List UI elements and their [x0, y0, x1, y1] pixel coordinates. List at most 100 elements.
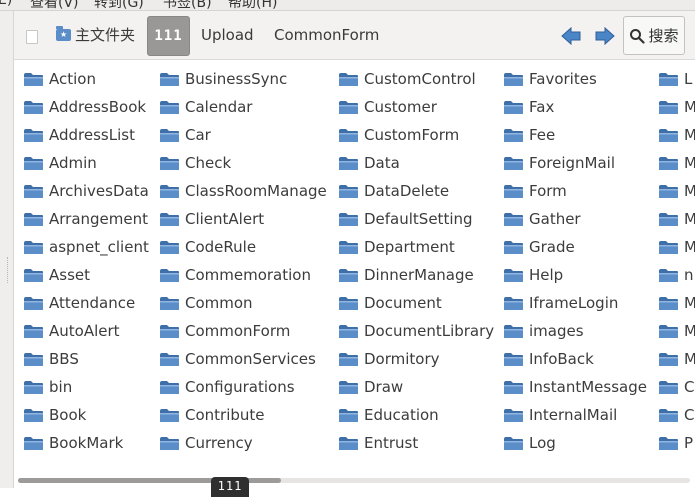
pane-resize-handle[interactable]	[7, 257, 10, 283]
folder-label: Admin	[49, 154, 97, 172]
folder-item[interactable]: Attendance	[23, 289, 135, 317]
folder-item[interactable]: P	[658, 429, 693, 457]
folder-item[interactable]: L	[658, 65, 692, 93]
folder-item[interactable]: Department	[338, 233, 455, 261]
folder-item[interactable]: M	[658, 149, 695, 177]
folder-item[interactable]: InstantMessage	[503, 373, 647, 401]
folder-item[interactable]: ClientAlert	[159, 205, 264, 233]
folder-item[interactable]: M	[658, 205, 695, 233]
folder-item[interactable]: Calendar	[159, 93, 252, 121]
folder-item[interactable]: bin	[23, 373, 72, 401]
folder-item[interactable]: Draw	[338, 373, 403, 401]
folder-item[interactable]: Fax	[503, 93, 554, 121]
folder-item[interactable]: n	[658, 261, 694, 289]
folder-label: Arrangement	[49, 210, 149, 228]
folder-item[interactable]: DocumentLibrary	[338, 317, 494, 345]
folder-item[interactable]: CodeRule	[159, 233, 256, 261]
folder-item[interactable]: BusinessSync	[159, 65, 287, 93]
folder-item[interactable]: M	[658, 345, 695, 373]
folder-item[interactable]: CommonServices	[159, 345, 316, 373]
folder-item[interactable]: Entrust	[338, 429, 418, 457]
folder-item[interactable]: Currency	[159, 429, 253, 457]
folder-item[interactable]: Check	[159, 149, 231, 177]
folder-item[interactable]: Dormitory	[338, 345, 440, 373]
folder-item[interactable]: InternalMail	[503, 401, 617, 429]
folder-item[interactable]: M	[658, 289, 695, 317]
folder-item[interactable]: C	[658, 401, 694, 429]
folder-item[interactable]: Education	[338, 401, 439, 429]
folder-label: Fee	[529, 126, 556, 144]
breadcrumb-commonform[interactable]: CommonForm	[274, 11, 379, 59]
menu-item-help[interactable]: 帮助(H)	[228, 0, 277, 10]
folder-label: M	[684, 210, 695, 228]
folder-icon	[160, 128, 179, 142]
folder-item[interactable]: Admin	[23, 149, 97, 177]
folder-item[interactable]: Book	[23, 401, 86, 429]
folder-item[interactable]: Car	[159, 121, 211, 149]
folder-label: DefaultSetting	[364, 210, 473, 228]
folder-item[interactable]: Action	[23, 65, 96, 93]
folder-item[interactable]: Favorites	[503, 65, 597, 93]
folder-item[interactable]: ArchivesData	[23, 177, 149, 205]
folder-item[interactable]: Gather	[503, 205, 581, 233]
menu-item-go[interactable]: 转到(G)	[94, 0, 144, 10]
folder-item[interactable]: Document	[338, 289, 442, 317]
folder-item[interactable]: Log	[503, 429, 556, 457]
folder-item[interactable]: Form	[503, 177, 567, 205]
folder-item[interactable]: C	[658, 373, 694, 401]
folder-icon	[504, 352, 523, 366]
folder-icon	[24, 436, 43, 450]
folder-item[interactable]: CommonForm	[159, 317, 290, 345]
folder-item[interactable]: Data	[338, 149, 400, 177]
folder-item[interactable]: CustomControl	[338, 65, 476, 93]
menu-item-edit[interactable]: E)	[0, 0, 12, 8]
folder-item[interactable]: M	[658, 93, 695, 121]
folder-icon	[504, 240, 523, 254]
folder-label: Education	[364, 406, 439, 424]
folder-label: images	[529, 322, 584, 340]
folder-item[interactable]: AutoAlert	[23, 317, 120, 345]
folder-item[interactable]: CustomForm	[338, 121, 459, 149]
folder-item[interactable]: ForeignMail	[503, 149, 615, 177]
folder-item[interactable]: BBS	[23, 345, 79, 373]
folder-item[interactable]: Configurations	[159, 373, 295, 401]
folder-item[interactable]: M	[658, 233, 695, 261]
folder-item[interactable]: Customer	[338, 93, 437, 121]
tooltip: 111	[211, 477, 249, 497]
folder-item[interactable]: InfoBack	[503, 345, 594, 373]
menu-item-bookmarks[interactable]: 书签(B)	[163, 0, 212, 10]
breadcrumb-current[interactable]: 111	[147, 16, 190, 56]
folder-item[interactable]: DinnerManage	[338, 261, 474, 289]
folder-item[interactable]: Common	[159, 289, 253, 317]
folder-item[interactable]: Grade	[503, 233, 575, 261]
folder-item[interactable]: Arrangement	[23, 205, 148, 233]
folder-label: InfoBack	[529, 350, 594, 368]
folder-item[interactable]: M	[658, 121, 695, 149]
folder-item[interactable]: aspnet_client	[23, 233, 149, 261]
toggle-location-entry-button[interactable]	[26, 30, 38, 44]
folder-label: CommonServices	[185, 350, 316, 368]
folder-item[interactable]: AddressBook	[23, 93, 146, 121]
breadcrumb-home[interactable]: ★ 主文件夹	[56, 11, 135, 59]
folder-icon	[659, 128, 678, 142]
search-button[interactable]: 搜索	[623, 16, 685, 55]
folder-item[interactable]: AddressList	[23, 121, 135, 149]
forward-arrow-icon[interactable]	[594, 25, 616, 47]
folder-item[interactable]: IframeLogin	[503, 289, 618, 317]
breadcrumb-upload[interactable]: Upload	[201, 11, 254, 59]
folder-item[interactable]: M	[658, 177, 695, 205]
menu-item-view[interactable]: 查看(V)	[30, 0, 79, 10]
folder-item[interactable]: BookMark	[23, 429, 123, 457]
folder-item[interactable]: DefaultSetting	[338, 205, 473, 233]
folder-item[interactable]: Asset	[23, 261, 90, 289]
folder-item[interactable]: images	[503, 317, 584, 345]
folder-item[interactable]: Fee	[503, 121, 555, 149]
folder-item[interactable]: Contribute	[159, 401, 265, 429]
folder-item[interactable]: ClassRoomManage	[159, 177, 327, 205]
folder-item[interactable]: M	[658, 317, 695, 345]
horizontal-scrollbar[interactable]	[14, 470, 695, 488]
folder-item[interactable]: Help	[503, 261, 563, 289]
back-arrow-icon[interactable]	[560, 25, 582, 47]
folder-item[interactable]: Commemoration	[159, 261, 311, 289]
folder-item[interactable]: DataDelete	[338, 177, 449, 205]
